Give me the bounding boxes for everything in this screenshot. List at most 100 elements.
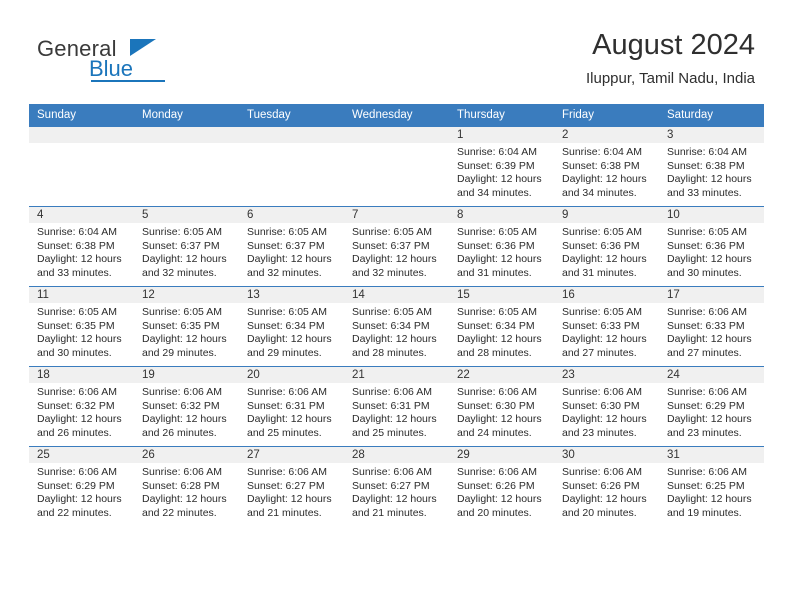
calendar-day-cell[interactable]: 29 Sunrise: 6:06 AM Sunset: 6:26 PM Dayligh…: [449, 446, 554, 526]
daylight-text-line2: and 31 minutes.: [457, 266, 532, 279]
weekday-header-sunday: Sunday: [29, 104, 134, 127]
daylight-text-line1: Daylight: 12 hours: [37, 253, 122, 266]
daylight-text-line1: Daylight: 12 hours: [457, 333, 542, 346]
calendar-day-cell[interactable]: 16 Sunrise: 6:05 AM Sunset: 6:33 PM Dayligh…: [554, 286, 659, 367]
daylight-text-line2: and 31 minutes.: [562, 266, 637, 279]
sunset-text: Sunset: 6:32 PM: [142, 399, 220, 412]
day-number: 9: [554, 207, 659, 223]
daylight-text-line2: and 23 minutes.: [562, 426, 637, 439]
calendar-day-cell[interactable]: 30 Sunrise: 6:06 AM Sunset: 6:26 PM Dayligh…: [554, 446, 659, 526]
calendar-day-cell[interactable]: 11 Sunrise: 6:05 AM Sunset: 6:35 PM Dayligh…: [29, 286, 134, 367]
general-blue-logo[interactable]: General Blue: [37, 36, 217, 84]
day-details: Sunrise: 6:05 AM Sunset: 6:34 PM Daylight:…: [344, 303, 449, 360]
calendar-day-cell[interactable]: 4 Sunrise: 6:04 AM Sunset: 6:38 PM Daylight…: [29, 206, 134, 287]
sunset-text: Sunset: 6:31 PM: [247, 399, 325, 412]
daylight-text-line2: and 28 minutes.: [457, 346, 532, 359]
calendar-day-cell[interactable]: 2 Sunrise: 6:04 AM Sunset: 6:38 PM Daylight…: [554, 126, 659, 207]
daylight-text-line1: Daylight: 12 hours: [457, 173, 542, 186]
day-number: [239, 127, 344, 143]
calendar-week-row: 18 Sunrise: 6:06 AM Sunset: 6:32 PM Dayligh…: [29, 366, 764, 447]
sunrise-text: Sunrise: 6:05 AM: [142, 306, 222, 318]
daylight-text-line1: Daylight: 12 hours: [562, 493, 647, 506]
calendar-day-cell[interactable]: 31 Sunrise: 6:06 AM Sunset: 6:25 PM Dayligh…: [659, 446, 764, 526]
daylight-text-line1: Daylight: 12 hours: [352, 333, 437, 346]
daylight-text-line2: and 29 minutes.: [142, 346, 217, 359]
calendar-day-cell[interactable]: 26 Sunrise: 6:06 AM Sunset: 6:28 PM Dayligh…: [134, 446, 239, 526]
calendar-day-cell[interactable]: 23 Sunrise: 6:06 AM Sunset: 6:30 PM Dayligh…: [554, 366, 659, 447]
sunset-text: Sunset: 6:38 PM: [667, 159, 745, 172]
calendar-day-cell[interactable]: 18 Sunrise: 6:06 AM Sunset: 6:32 PM Dayligh…: [29, 366, 134, 447]
calendar-day-cell[interactable]: 21 Sunrise: 6:06 AM Sunset: 6:31 PM Dayligh…: [344, 366, 449, 447]
daylight-text-line1: Daylight: 12 hours: [37, 493, 122, 506]
sunrise-text: Sunrise: 6:06 AM: [247, 386, 327, 398]
daylight-text-line1: Daylight: 12 hours: [37, 413, 122, 426]
calendar-cell-empty: [344, 126, 449, 207]
daylight-text-line2: and 32 minutes.: [142, 266, 217, 279]
day-details: Sunrise: 6:06 AM Sunset: 6:29 PM Daylight:…: [659, 383, 764, 440]
daylight-text-line1: Daylight: 12 hours: [247, 333, 332, 346]
daylight-text-line1: Daylight: 12 hours: [142, 253, 227, 266]
calendar-body: 1 Sunrise: 6:04 AM Sunset: 6:39 PM Daylight…: [29, 126, 764, 526]
sunrise-text: Sunrise: 6:06 AM: [457, 386, 537, 398]
day-details: Sunrise: 6:06 AM Sunset: 6:27 PM Daylight:…: [239, 463, 344, 520]
day-details: Sunrise: 6:05 AM Sunset: 6:37 PM Daylight:…: [239, 223, 344, 280]
calendar-day-cell[interactable]: 24 Sunrise: 6:06 AM Sunset: 6:29 PM Dayligh…: [659, 366, 764, 447]
weekday-header-saturday: Saturday: [659, 104, 764, 127]
calendar-day-cell[interactable]: 27 Sunrise: 6:06 AM Sunset: 6:27 PM Dayligh…: [239, 446, 344, 526]
day-details: Sunrise: 6:06 AM Sunset: 6:28 PM Daylight:…: [134, 463, 239, 520]
sunrise-text: Sunrise: 6:05 AM: [352, 226, 432, 238]
calendar-day-cell[interactable]: 7 Sunrise: 6:05 AM Sunset: 6:37 PM Daylight…: [344, 206, 449, 287]
calendar-day-cell[interactable]: 17 Sunrise: 6:06 AM Sunset: 6:33 PM Dayligh…: [659, 286, 764, 367]
daylight-text-line2: and 25 minutes.: [247, 426, 322, 439]
sunrise-text: Sunrise: 6:05 AM: [247, 306, 327, 318]
sunset-text: Sunset: 6:35 PM: [37, 319, 115, 332]
sunrise-text: Sunrise: 6:05 AM: [457, 226, 537, 238]
calendar-week-row: 1 Sunrise: 6:04 AM Sunset: 6:39 PM Daylight…: [29, 126, 764, 207]
day-details: Sunrise: 6:05 AM Sunset: 6:35 PM Daylight:…: [29, 303, 134, 360]
sunset-text: Sunset: 6:39 PM: [457, 159, 535, 172]
sunset-text: Sunset: 6:33 PM: [667, 319, 745, 332]
calendar-day-cell[interactable]: 28 Sunrise: 6:06 AM Sunset: 6:27 PM Dayligh…: [344, 446, 449, 526]
calendar-day-cell[interactable]: 13 Sunrise: 6:05 AM Sunset: 6:34 PM Dayligh…: [239, 286, 344, 367]
calendar-day-cell[interactable]: 15 Sunrise: 6:05 AM Sunset: 6:34 PM Dayligh…: [449, 286, 554, 367]
day-number: [134, 127, 239, 143]
calendar-day-cell[interactable]: 5 Sunrise: 6:05 AM Sunset: 6:37 PM Daylight…: [134, 206, 239, 287]
daylight-text-line1: Daylight: 12 hours: [667, 493, 752, 506]
calendar-day-cell[interactable]: 19 Sunrise: 6:06 AM Sunset: 6:32 PM Dayligh…: [134, 366, 239, 447]
calendar-day-cell[interactable]: 6 Sunrise: 6:05 AM Sunset: 6:37 PM Daylight…: [239, 206, 344, 287]
daylight-text-line1: Daylight: 12 hours: [667, 413, 752, 426]
calendar-day-cell[interactable]: 1 Sunrise: 6:04 AM Sunset: 6:39 PM Daylight…: [449, 126, 554, 207]
day-number: 18: [29, 367, 134, 383]
daylight-text-line2: and 27 minutes.: [667, 346, 742, 359]
sunset-text: Sunset: 6:37 PM: [247, 239, 325, 252]
sunset-text: Sunset: 6:26 PM: [562, 479, 640, 492]
calendar-day-cell[interactable]: 9 Sunrise: 6:05 AM Sunset: 6:36 PM Daylight…: [554, 206, 659, 287]
sunrise-text: Sunrise: 6:05 AM: [562, 226, 642, 238]
daylight-text-line2: and 24 minutes.: [457, 426, 532, 439]
sunrise-text: Sunrise: 6:06 AM: [142, 466, 222, 478]
title-block: August 2024 Iluppur, Tamil Nadu, India: [586, 28, 755, 90]
calendar-day-cell[interactable]: 8 Sunrise: 6:05 AM Sunset: 6:36 PM Daylight…: [449, 206, 554, 287]
calendar-day-cell[interactable]: 12 Sunrise: 6:05 AM Sunset: 6:35 PM Dayligh…: [134, 286, 239, 367]
day-number: 21: [344, 367, 449, 383]
day-details: Sunrise: 6:05 AM Sunset: 6:36 PM Daylight:…: [554, 223, 659, 280]
calendar-day-cell[interactable]: 20 Sunrise: 6:06 AM Sunset: 6:31 PM Dayligh…: [239, 366, 344, 447]
calendar-day-cell[interactable]: 14 Sunrise: 6:05 AM Sunset: 6:34 PM Dayligh…: [344, 286, 449, 367]
logo-underline: [91, 80, 165, 82]
calendar-day-cell[interactable]: 22 Sunrise: 6:06 AM Sunset: 6:30 PM Dayligh…: [449, 366, 554, 447]
day-number: 16: [554, 287, 659, 303]
sunrise-text: Sunrise: 6:05 AM: [667, 226, 747, 238]
calendar-day-cell[interactable]: 3 Sunrise: 6:04 AM Sunset: 6:38 PM Daylight…: [659, 126, 764, 207]
daylight-text-line1: Daylight: 12 hours: [247, 253, 332, 266]
calendar-day-cell[interactable]: 25 Sunrise: 6:06 AM Sunset: 6:29 PM Dayligh…: [29, 446, 134, 526]
triangle-icon: [130, 39, 156, 56]
day-details: Sunrise: 6:06 AM Sunset: 6:31 PM Daylight:…: [344, 383, 449, 440]
sunset-text: Sunset: 6:36 PM: [562, 239, 640, 252]
sunrise-text: Sunrise: 6:04 AM: [667, 146, 747, 158]
sunrise-text: Sunrise: 6:04 AM: [37, 226, 117, 238]
day-details: Sunrise: 6:05 AM Sunset: 6:35 PM Daylight:…: [134, 303, 239, 360]
day-number: 25: [29, 447, 134, 463]
day-number: 3: [659, 127, 764, 143]
day-details: Sunrise: 6:06 AM Sunset: 6:29 PM Daylight:…: [29, 463, 134, 520]
calendar-day-cell[interactable]: 10 Sunrise: 6:05 AM Sunset: 6:36 PM Dayligh…: [659, 206, 764, 287]
